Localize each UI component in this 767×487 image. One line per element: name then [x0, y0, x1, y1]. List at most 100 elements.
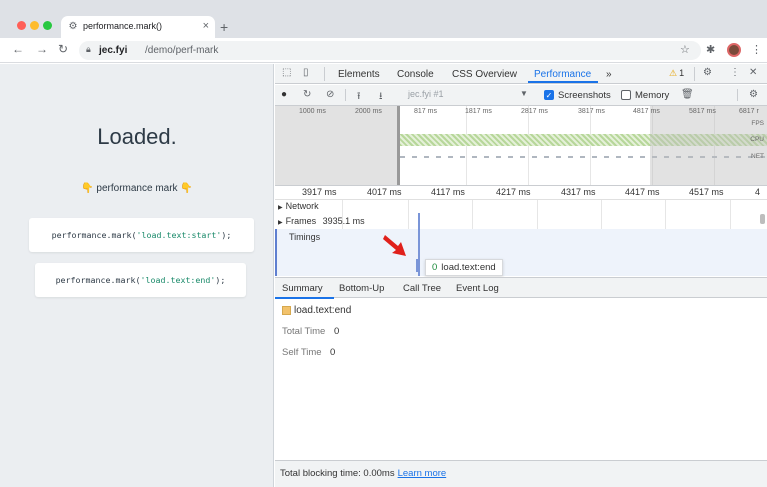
star-icon[interactable]: ☆: [680, 43, 690, 56]
more-menu-icon[interactable]: ⋮: [751, 43, 762, 56]
tab-strip: ⚙ performance.mark() × +: [0, 0, 767, 38]
devtools-panel: ⬚ ▯ Elements Console CSS Overview Perfor…: [275, 64, 767, 487]
maximize-window-button[interactable]: [43, 21, 52, 30]
reload-record-icon[interactable]: ↻: [303, 89, 311, 100]
track-timings-label: Timings: [289, 232, 321, 242]
expand-triangle-icon: ▶: [278, 220, 283, 226]
close-tab-icon[interactable]: ×: [203, 20, 209, 32]
page-viewport: Loaded. 👇 performance mark 👇 performance…: [0, 64, 274, 487]
recording-select[interactable]: jec.fyi #1 ▼: [408, 89, 528, 99]
extensions-icon[interactable]: ✱: [706, 43, 715, 56]
tab-css-overview[interactable]: CSS Overview: [452, 69, 517, 80]
ruler-tick: 4: [755, 187, 761, 197]
divider: [737, 89, 738, 101]
memory-label: Memory: [635, 90, 670, 101]
new-tab-button[interactable]: +: [220, 19, 228, 35]
tab-event-log[interactable]: Event Log: [456, 283, 499, 294]
timing-tooltip: 0 load.text:end: [425, 259, 503, 276]
reload-icon[interactable]: ↻: [58, 42, 68, 56]
clear-icon[interactable]: ⊘: [326, 89, 334, 100]
browser-tab[interactable]: ⚙ performance.mark() ×: [61, 16, 215, 38]
record-icon[interactable]: ●: [281, 89, 287, 100]
lock-icon: 🔒︎: [86, 44, 91, 54]
tab-performance[interactable]: Performance: [534, 69, 591, 80]
warning-count: 1: [679, 68, 685, 78]
trash-icon[interactable]: 🗑︎: [681, 89, 694, 100]
vertical-scrollbar[interactable]: [760, 214, 765, 224]
back-icon[interactable]: ←: [12, 42, 24, 56]
cpu-label: CPU: [750, 136, 764, 143]
forward-icon[interactable]: →: [36, 42, 48, 56]
blocking-time: Total blocking time: 0.00ms: [280, 468, 395, 479]
summary-event-name: load.text:end: [294, 305, 352, 316]
frame-duration: 3935.1 ms: [322, 216, 365, 226]
code-fn: performance.mark(: [51, 230, 137, 240]
track-frames-label: Frames: [285, 216, 317, 226]
tab-title: performance.mark(): [83, 21, 163, 31]
code-arg: 'load.text:start': [136, 230, 222, 240]
memory-checkbox[interactable]: [621, 90, 631, 100]
active-tab-indicator: [528, 81, 598, 83]
tab-console[interactable]: Console: [397, 69, 434, 80]
performance-toolbar: ● ↻ ⊘ ⭱ ⭳ jec.fyi #1 ▼ ✓ Screenshots Mem…: [275, 85, 767, 106]
code-fn: performance.mark(: [55, 275, 141, 285]
ruler-tick: 4417 ms: [625, 187, 660, 197]
screenshots-checkbox[interactable]: ✓: [544, 90, 554, 100]
tab-elements[interactable]: Elements: [338, 69, 380, 80]
avatar[interactable]: [727, 43, 741, 57]
inspect-element-icon[interactable]: ⬚: [282, 67, 291, 78]
chevron-down-icon: ▼: [520, 89, 528, 98]
tab-call-tree[interactable]: Call Tree: [403, 283, 441, 294]
status-text: Total blocking time: 0.00ms Learn more: [280, 468, 446, 479]
timings-track[interactable]: Timings: [275, 229, 767, 276]
self-time-value: 0: [330, 347, 336, 358]
details-tab-bar: Summary Bottom-Up Call Tree Event Log: [275, 277, 767, 299]
timing-marker[interactable]: [416, 259, 420, 272]
timeline-overview[interactable]: 1000 ms 2000 ms 817 ms 1817 ms 2817 ms 3…: [275, 106, 767, 186]
code-card-start: performance.mark('load.text:start');: [29, 218, 254, 252]
code-arg: 'load.text:end': [140, 275, 216, 285]
track-network[interactable]: ▶ Network: [278, 201, 319, 211]
devtools-menu-icon[interactable]: ⋮: [730, 67, 740, 78]
close-window-button[interactable]: [17, 21, 26, 30]
upload-icon[interactable]: ⭱: [357, 89, 361, 106]
ruler-tick: 4317 ms: [561, 187, 596, 197]
overview-tick: 6817 r: [739, 108, 759, 115]
overview-tick: 5817 ms: [689, 108, 716, 115]
code-end: );: [215, 275, 226, 285]
settings-gear-icon[interactable]: ⚙: [703, 67, 712, 78]
tab-summary[interactable]: Summary: [282, 283, 323, 294]
more-tabs-button[interactable]: »: [606, 69, 612, 80]
overview-tick: 817 ms: [414, 108, 437, 115]
overview-tick: 4817 ms: [633, 108, 660, 115]
divider: [345, 89, 346, 101]
ruler-tick: 4517 ms: [689, 187, 724, 197]
track-network-label: Network: [285, 201, 319, 211]
recording-select-value: jec.fyi #1: [408, 89, 444, 99]
red-arrow-icon: [383, 235, 406, 256]
code-card-end: performance.mark('load.text:end');: [35, 263, 246, 297]
capture-settings-gear-icon[interactable]: ⚙: [749, 89, 758, 100]
url-host: jec.fyi: [99, 45, 128, 56]
code-end: );: [221, 230, 232, 240]
tooltip-duration: 0: [432, 262, 438, 273]
divider: [324, 67, 325, 81]
tab-bottom-up[interactable]: Bottom-Up: [339, 283, 384, 294]
warning-badge[interactable]: ⚠ 1: [669, 68, 684, 79]
learn-more-link[interactable]: Learn more: [398, 468, 447, 479]
overview-tick: 2817 ms: [521, 108, 548, 115]
device-toolbar-icon[interactable]: ▯: [303, 67, 309, 78]
address-bar[interactable]: 🔒︎ jec.fyi /demo/perf-mark: [79, 41, 701, 60]
track-frames[interactable]: ▶ Frames 3935.1 ms: [278, 216, 365, 226]
net-label: NET: [751, 153, 764, 160]
summary-pane: load.text:end Total Time 0 Self Time 0: [275, 299, 767, 460]
warning-icon: ⚠: [669, 68, 678, 78]
minimize-window-button[interactable]: [30, 21, 39, 30]
download-icon[interactable]: ⭳: [379, 89, 383, 106]
close-devtools-icon[interactable]: ✕: [749, 67, 757, 78]
ruler-tick: 3917 ms: [302, 187, 337, 197]
ruler-tick: 4217 ms: [496, 187, 531, 197]
url-path: /demo/perf-mark: [145, 45, 219, 56]
self-time-label: Self Time: [282, 347, 322, 358]
expand-triangle-icon: ▶: [278, 205, 283, 211]
